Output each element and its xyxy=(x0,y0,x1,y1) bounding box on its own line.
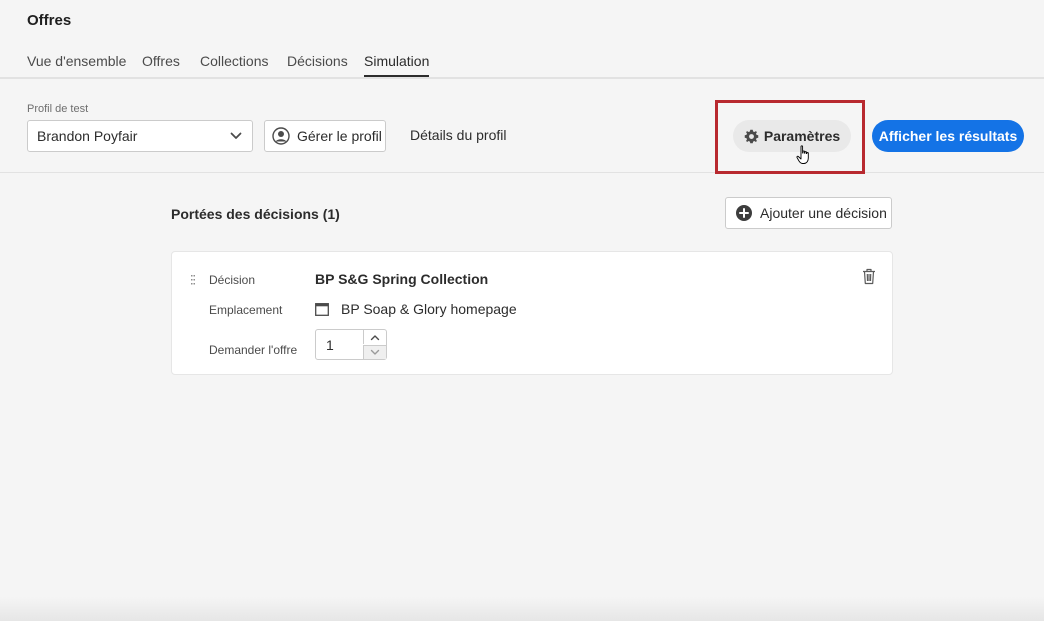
bottom-shade xyxy=(0,597,1044,621)
request-offer-input[interactable] xyxy=(316,330,363,359)
tab-offers[interactable]: Offres xyxy=(142,53,180,77)
chevron-down-icon xyxy=(370,349,380,355)
tab-collections[interactable]: Collections xyxy=(200,53,268,77)
placement-window-icon xyxy=(315,303,329,316)
decision-scope-card: Décision BP S&G Spring Collection Emplac… xyxy=(171,251,893,375)
profile-details-link[interactable]: Détails du profil xyxy=(410,127,507,143)
chevron-down-icon xyxy=(230,132,242,139)
manage-profile-button[interactable]: Gérer le profil xyxy=(264,120,386,152)
tab-simulation[interactable]: Simulation xyxy=(364,53,430,77)
tab-overview[interactable]: Vue d'ensemble xyxy=(27,53,126,77)
placement-value: BP Soap & Glory homepage xyxy=(341,301,517,317)
simulation-toolbar: Profil de test Brandon Poyfair Gérer le … xyxy=(0,79,1044,174)
add-decision-label: Ajouter une décision xyxy=(760,205,887,221)
tab-bar: Vue d'ensemble Offres Collections Décisi… xyxy=(0,44,1044,79)
stepper-down-button[interactable] xyxy=(363,345,386,359)
chevron-up-icon xyxy=(370,334,380,340)
profile-select-value: Brandon Poyfair xyxy=(37,128,138,144)
profile-label: Profil de test xyxy=(27,103,89,115)
gear-icon xyxy=(744,129,759,143)
request-offer-stepper xyxy=(315,329,387,360)
user-icon xyxy=(272,127,290,145)
add-circle-icon xyxy=(736,205,752,221)
manage-profile-label: Gérer le profil xyxy=(297,128,382,144)
request-offer-label: Demander l'offre xyxy=(209,343,298,357)
stepper-up-button[interactable] xyxy=(363,330,386,344)
decision-value: BP S&G Spring Collection xyxy=(315,271,489,287)
show-results-button[interactable]: Afficher les résultats xyxy=(872,120,1024,152)
profile-select[interactable]: Brandon Poyfair xyxy=(27,120,253,152)
trash-icon[interactable] xyxy=(862,268,876,285)
parameters-button[interactable]: Paramètres xyxy=(733,120,851,152)
add-decision-button[interactable]: Ajouter une décision xyxy=(725,197,892,229)
parameters-label: Paramètres xyxy=(763,128,841,144)
hand-cursor-icon xyxy=(796,145,809,164)
drag-handle-icon[interactable] xyxy=(191,275,195,285)
decision-scopes-title: Portées des décisions (1) xyxy=(171,206,340,222)
placement-label: Emplacement xyxy=(209,303,283,317)
tab-decisions[interactable]: Décisions xyxy=(287,53,348,77)
page-title: Offres xyxy=(27,12,72,29)
decision-label: Décision xyxy=(209,273,256,287)
